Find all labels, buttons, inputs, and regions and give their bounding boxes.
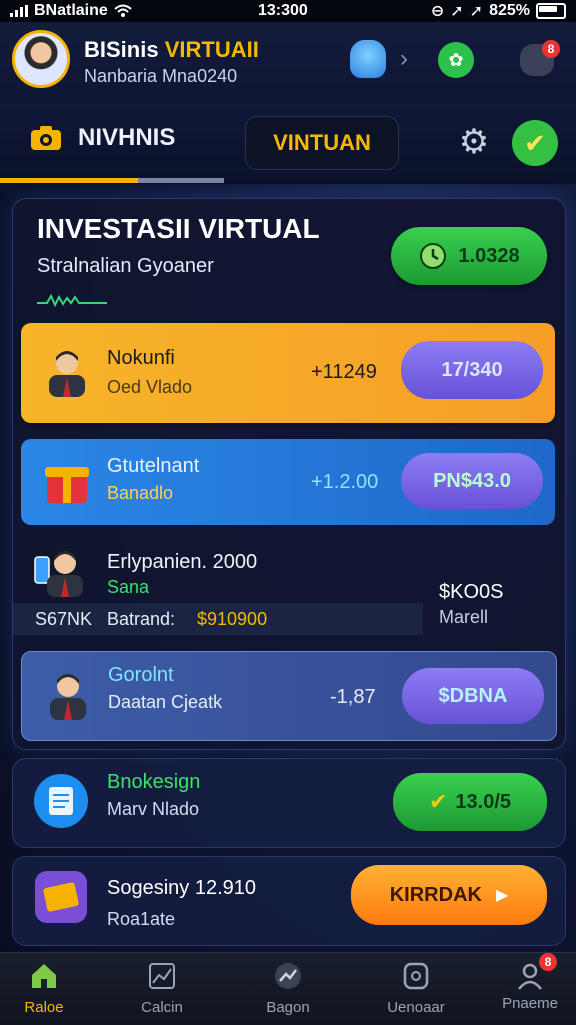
row-subtitle: Banadlo (107, 483, 174, 503)
avatar[interactable] (12, 30, 70, 88)
nav-label: Calcin (141, 999, 183, 1016)
trend-icon (275, 963, 301, 989)
carrier-label: BNatlaine (34, 2, 108, 19)
nav-label: Raloe (24, 999, 64, 1016)
card-name: Bnokesign (107, 771, 201, 793)
navigation-icon: ➚ (469, 3, 484, 20)
nav-bagon[interactable]: Bagon (238, 959, 338, 1016)
account-subtitle: Nanbaria Mna0240 (84, 66, 238, 86)
person-avatar-icon (50, 674, 86, 720)
ticket-icon (35, 871, 87, 923)
alarm-icon: ⊖ (430, 3, 445, 20)
wallet-icon (403, 962, 429, 990)
bottom-nav: Raloe Calcin Bagon Uenoaar 8 Pnaeme (0, 952, 576, 1025)
chevron-right-icon[interactable]: › (392, 45, 416, 72)
person-phone-icon (34, 551, 83, 597)
bell-icon[interactable] (350, 40, 386, 78)
tab-bar: NIVHNIS VINTUAN ⚙ ✔ (0, 102, 576, 184)
row-footer-value: $910900 (197, 609, 268, 629)
clock-icon (420, 243, 447, 269)
card-subtitle: Roa1ate (107, 909, 176, 929)
card-action-label: KIRRDAK (389, 883, 482, 906)
panel-subtitle: Stralnalian Gyoaner (37, 255, 214, 277)
battery-percent: 825% (489, 2, 530, 19)
wifi-icon (114, 4, 132, 17)
person-avatar-icon (49, 351, 85, 397)
row-footer-left: S67NK (35, 609, 93, 629)
nav-badge: 8 (539, 953, 557, 971)
nav-label: Bagon (266, 999, 310, 1016)
app-header: BISinis VIRTUAII Nanbaria Mna0240 › ✿ 8 (0, 22, 576, 102)
list-item[interactable]: Sogesiny 12.910 Roa1ate KIRRDAK ▶ (12, 856, 566, 946)
list-item[interactable]: Erlypanien. 2000 Sana $KO0S Marell S67NK… (13, 537, 565, 637)
app-title-prefix: BISinis (84, 37, 159, 62)
row-footer-label: Batrand: (107, 609, 176, 629)
row-subtitle: Oed Vlado (107, 377, 193, 397)
panel-title: INVESTASII VIRTUAL (37, 213, 320, 244)
chat-icon[interactable]: 8 (520, 40, 560, 76)
location-icon: ➚ (450, 3, 464, 20)
row-name: Nokunfi (107, 347, 175, 369)
list-item[interactable]: Gtutelnant Banadlo +1.2.00 PN$43.0 (21, 439, 555, 525)
camera-icon (31, 126, 61, 150)
gift-box-icon (45, 467, 89, 503)
signal-icon (10, 5, 28, 17)
row-right-value: $KO0S (439, 581, 504, 603)
nav-calc[interactable]: Calcin (112, 959, 212, 1016)
chart-icon (149, 963, 175, 989)
row-right-label: Marell (439, 607, 489, 627)
tab-nivhnis-label: NIVHNIS (78, 124, 176, 151)
clock: 13:300 (258, 2, 308, 19)
row-footer: S67NK Batrand: $910900 (13, 603, 423, 635)
card-subtitle: Marv Nlado (107, 799, 200, 819)
row-action-pill[interactable]: $DBNA (402, 668, 544, 724)
row-subtitle: Sana (107, 577, 150, 597)
check-icon: ✔ (428, 789, 448, 814)
balance-pill[interactable]: 1.0328 (391, 227, 547, 285)
list-item[interactable]: Bnokesign Marv Nlado ✔ 13.0/5 (12, 758, 566, 848)
tab-vintuan[interactable]: VINTUAN (245, 116, 399, 170)
nav-label: Pnaeme (502, 995, 558, 1012)
tab-indicator-track (138, 178, 224, 183)
row-name: Gorolnt (108, 664, 174, 686)
card-action-label: 13.0/5 (455, 790, 512, 813)
list-item[interactable]: Nokunfi Oed Vlado +11249 17/340 (21, 323, 555, 423)
investment-panel: INVESTASII VIRTUAL Stralnalian Gyoaner 1… (12, 198, 566, 750)
balance-pill-value: 1.0328 (458, 244, 520, 267)
app-title-accent: VIRTUAII (164, 37, 259, 62)
play-icon: ▶ (495, 887, 509, 904)
row-action-pill[interactable]: 17/340 (401, 341, 543, 399)
battery-icon (536, 3, 566, 19)
nav-label: Uenoaar (387, 999, 445, 1016)
row-name: Erlypanien. 2000 (107, 551, 258, 573)
home-icon (32, 964, 56, 988)
row-name: Gtutelnant (107, 455, 200, 477)
row-action-pill[interactable]: PN$43.0 (401, 453, 543, 509)
shield-icon[interactable]: ✿ (438, 42, 474, 78)
nav-profile[interactable]: 8 Pnaeme (480, 953, 576, 1012)
row-value: -1,87 (330, 686, 376, 708)
status-bar: BNatlaine 13:300 ⊖ ➚ ➚ 825% (0, 0, 576, 22)
gear-icon[interactable]: ⚙ (454, 122, 494, 162)
tab-nivhnis[interactable]: NIVHNIS (30, 124, 175, 152)
nav-uenoaar[interactable]: Uenoaar (366, 959, 466, 1016)
nav-home[interactable]: Raloe (0, 959, 94, 1016)
row-value: +11249 (311, 361, 377, 383)
card-action-pill[interactable]: ✔ 13.0/5 (393, 773, 547, 831)
card-action-button[interactable]: KIRRDAK ▶ (351, 865, 547, 925)
document-icon (34, 774, 88, 828)
row-subtitle: Daatan Cjeatk (108, 692, 223, 712)
row-value: +1.2.00 (311, 471, 379, 493)
active-tab-indicator (0, 178, 138, 183)
notification-badge: 8 (542, 40, 560, 58)
list-item[interactable]: Gorolnt Daatan Cjeatk -1,87 $DBNA (21, 651, 557, 741)
card-name: Sogesiny 12.910 (107, 877, 257, 899)
check-icon[interactable]: ✔ (512, 120, 558, 166)
app-title: BISinis VIRTUAII (84, 37, 259, 63)
sparkline (37, 293, 107, 307)
